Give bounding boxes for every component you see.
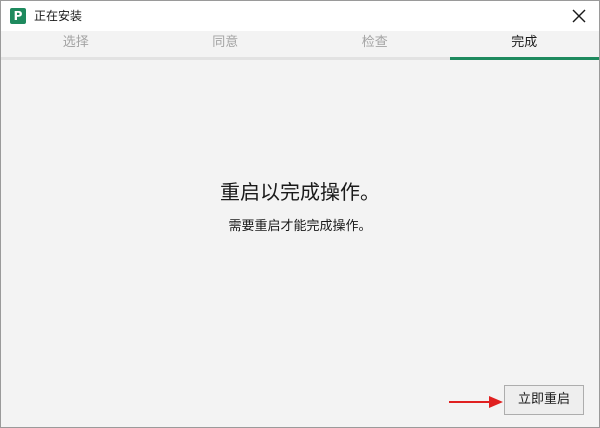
restart-now-button[interactable]: 立即重启 [504,385,584,415]
installer-app-icon: P [10,8,26,24]
installer-window: P 正在安装 选择 同意 检查 完成 重启以完成操作。 需要重启才能完成操作。 … [0,0,600,428]
page-subtitle: 需要重启才能完成操作。 [228,219,372,234]
step-check[interactable]: 检查 [300,31,450,57]
title-bar: P 正在安装 [1,1,599,31]
step-finish[interactable]: 完成 [450,31,600,57]
step-agree[interactable]: 同意 [151,31,301,57]
main-content: 重启以完成操作。 需要重启才能完成操作。 立即重启 [1,60,599,427]
close-icon [572,9,586,23]
window-title: 正在安装 [34,9,83,23]
page-title: 重启以完成操作。 [220,180,380,204]
step-select[interactable]: 选择 [1,31,151,57]
close-button[interactable] [559,1,599,31]
step-tabs: 选择 同意 检查 完成 [1,31,599,57]
red-arrow-icon [449,396,503,408]
